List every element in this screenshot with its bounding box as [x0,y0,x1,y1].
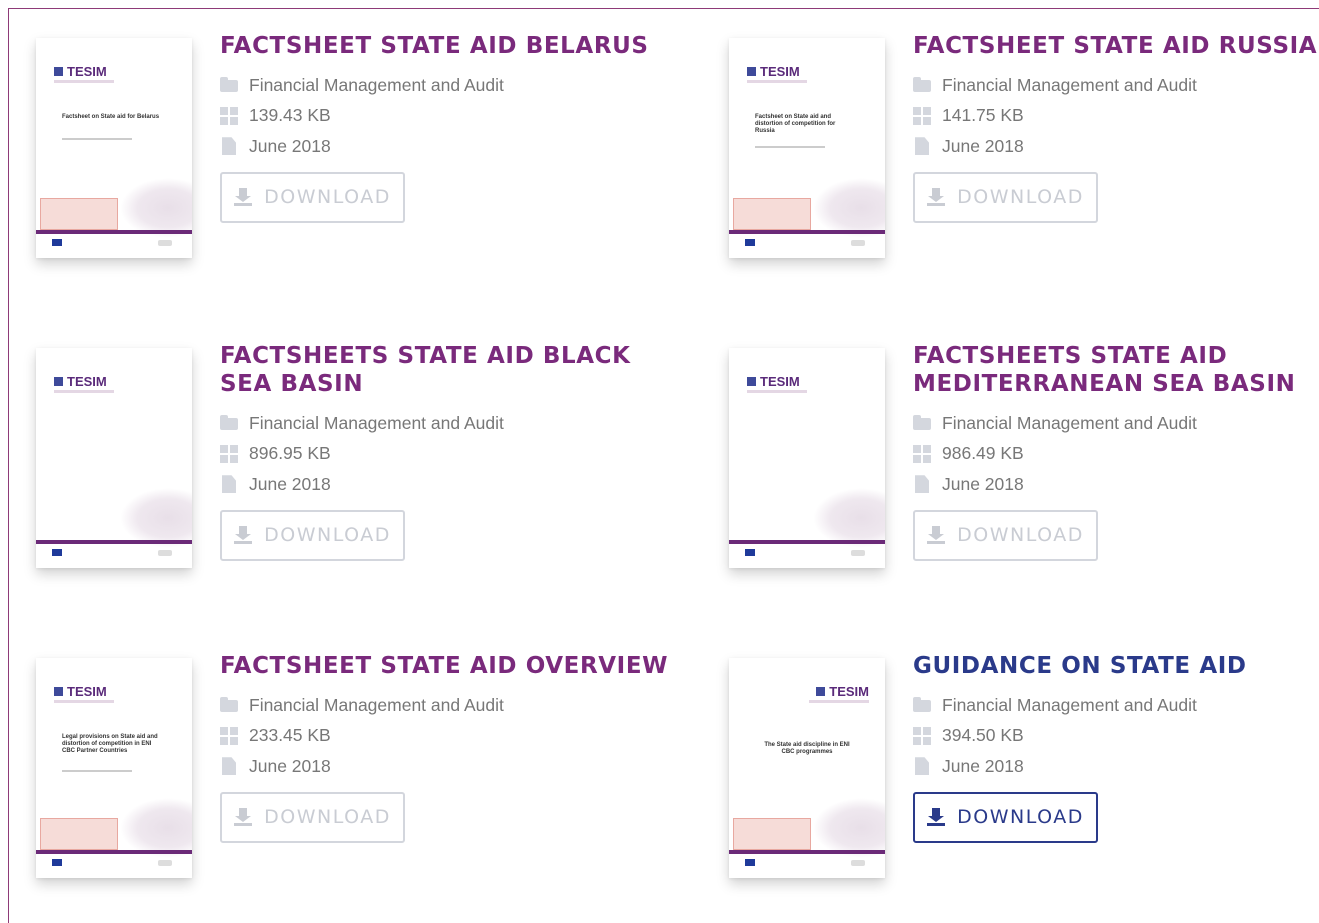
download-button[interactable]: DOWNLOAD [913,791,1098,843]
thumbnail-logo: TESIM [54,684,107,699]
document-card: TESIM The State aid discipline in ENI CB… [729,653,1319,898]
document-date: June 2018 [249,755,331,776]
download-icon [927,526,946,544]
eu-flag-icon [745,859,755,866]
eu-flag-icon [745,239,755,246]
eu-flag-icon [745,549,755,556]
document-title[interactable]: FACTSHEET STATE AID OVERVIEW [220,652,680,680]
document-card: TESIM Factsheet on State aid for Belarus… [36,33,676,278]
download-icon [234,188,253,206]
thumbnail-logo: TESIM [816,684,869,699]
download-button[interactable]: DOWNLOAD [220,791,405,843]
file-icon [913,757,931,775]
grid-icon [913,106,931,125]
grid-icon [913,444,931,463]
document-size: 394.50 KB [942,725,1024,746]
document-title[interactable]: GUIDANCE ON STATE AID [913,652,1319,680]
download-button[interactable]: DOWNLOAD [913,171,1098,223]
document-category: Financial Management and Audit [249,694,504,715]
eu-flag-icon [52,859,62,866]
file-icon [220,137,238,155]
document-card: TESIM FACTSHEETS STATE AID BLACK SEA BAS… [36,343,676,588]
download-icon [234,526,253,544]
document-date: June 2018 [942,135,1024,156]
download-button[interactable]: DOWNLOAD [220,171,405,223]
document-size: 139.43 KB [249,105,331,126]
document-thumbnail[interactable]: TESIM [729,348,885,568]
folder-icon [913,76,931,94]
grid-icon [220,726,238,745]
document-size: 141.75 KB [942,105,1024,126]
document-card: TESIM Legal provisions on State aid and … [36,653,676,898]
document-category: Financial Management and Audit [942,694,1197,715]
document-title[interactable]: FACTSHEETS STATE AID BLACK SEA BASIN [220,342,680,398]
thumbnail-title: Factsheet on State aid for Belarus [62,114,160,120]
document-category: Financial Management and Audit [249,412,504,433]
document-size: 896.95 KB [249,443,331,464]
grid-icon [913,726,931,745]
thumbnail-logo: TESIM [747,64,800,79]
thumbnail-logo: TESIM [747,374,800,389]
document-thumbnail[interactable]: TESIM The State aid discipline in ENI CB… [729,658,885,878]
document-date: June 2018 [249,135,331,156]
document-size: 986.49 KB [942,443,1024,464]
download-button[interactable]: DOWNLOAD [913,509,1098,561]
document-thumbnail[interactable]: TESIM [36,348,192,568]
download-icon [234,808,253,826]
thumbnail-title: Factsheet on State aid and distortion of… [755,114,836,134]
thumbnail-logo: TESIM [54,64,107,79]
folder-icon [220,76,238,94]
document-title[interactable]: FACTSHEET STATE AID BELARUS [220,32,680,60]
document-title[interactable]: FACTSHEET STATE AID RUSSIA [913,32,1319,60]
folder-icon [220,696,238,714]
thumbnail-logo: TESIM [54,374,107,389]
document-date: June 2018 [249,473,331,494]
document-date: June 2018 [942,473,1024,494]
thumbnail-title: Legal provisions on State aid and distor… [62,734,158,754]
thumbnail-title: The State aid discipline in ENI CBC prog… [764,742,850,755]
folder-icon [913,414,931,432]
document-thumbnail[interactable]: TESIM Factsheet on State aid for Belarus [36,38,192,258]
grid-icon [220,444,238,463]
file-icon [913,475,931,493]
document-category: Financial Management and Audit [942,74,1197,95]
document-category: Financial Management and Audit [942,412,1197,433]
document-thumbnail[interactable]: TESIM Factsheet on State aid and distort… [729,38,885,258]
document-title[interactable]: FACTSHEETS STATE AID MEDITERRANEAN SEA B… [913,342,1319,398]
document-date: June 2018 [942,755,1024,776]
file-icon [220,475,238,493]
download-icon [927,188,946,206]
eu-flag-icon [52,549,62,556]
document-thumbnail[interactable]: TESIM Legal provisions on State aid and … [36,658,192,878]
file-icon [913,137,931,155]
document-card: TESIM FACTSHEETS STATE AID MEDITERRANEAN… [729,343,1319,588]
download-icon [927,808,946,826]
folder-icon [220,414,238,432]
document-card: TESIM Factsheet on State aid and distort… [729,33,1319,278]
eu-flag-icon [52,239,62,246]
document-category: Financial Management and Audit [249,74,504,95]
file-icon [220,757,238,775]
document-size: 233.45 KB [249,725,331,746]
grid-icon [220,106,238,125]
download-button[interactable]: DOWNLOAD [220,509,405,561]
folder-icon [913,696,931,714]
